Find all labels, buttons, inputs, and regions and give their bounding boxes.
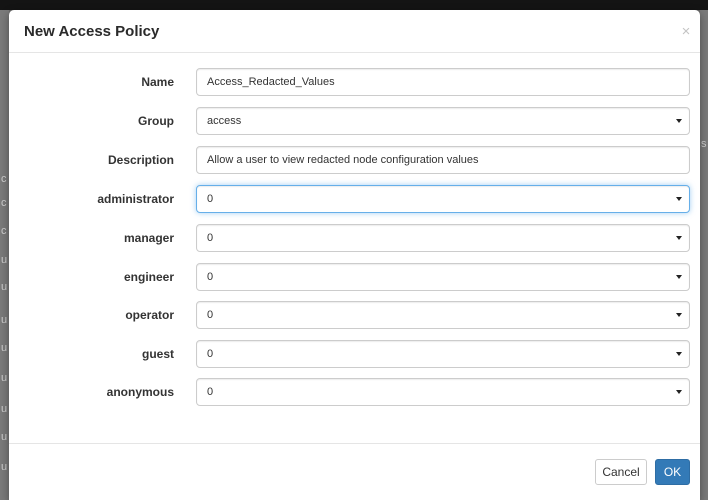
role-select-value: 0 bbox=[207, 309, 214, 321]
background-text: c bbox=[1, 197, 7, 209]
background-text: u bbox=[1, 431, 8, 443]
background-text: u bbox=[1, 314, 8, 326]
cancel-button[interactable]: Cancel bbox=[595, 459, 647, 485]
background-text: u bbox=[1, 461, 8, 473]
caret-down-icon bbox=[676, 352, 682, 356]
new-access-policy-dialog: New Access Policy × Name Access_Redacted… bbox=[9, 10, 700, 500]
administrator-select[interactable]: 0 bbox=[196, 185, 690, 213]
close-icon[interactable]: × bbox=[679, 24, 693, 40]
role-row-guest: guest 0 bbox=[9, 340, 700, 368]
description-row: Description Allow a user to view redacte… bbox=[9, 146, 700, 174]
background-text: c bbox=[1, 225, 7, 237]
modal-footer: Cancel OK bbox=[9, 443, 700, 500]
role-label: administrator bbox=[97, 192, 174, 206]
description-input[interactable]: Allow a user to view redacted node confi… bbox=[196, 146, 690, 174]
role-select-value: 0 bbox=[207, 271, 214, 283]
caret-down-icon bbox=[676, 275, 682, 279]
background-text: u bbox=[1, 281, 8, 293]
caret-down-icon bbox=[676, 313, 682, 317]
role-label: anonymous bbox=[106, 385, 174, 399]
caret-down-icon bbox=[676, 236, 682, 240]
caret-down-icon bbox=[676, 390, 682, 394]
role-select-value: 0 bbox=[207, 193, 214, 205]
operator-select[interactable]: 0 bbox=[196, 301, 690, 329]
caret-down-icon bbox=[676, 197, 682, 201]
group-label: Group bbox=[138, 114, 174, 128]
guest-select[interactable]: 0 bbox=[196, 340, 690, 368]
role-label: manager bbox=[123, 231, 174, 245]
role-row-engineer: engineer 0 bbox=[9, 263, 700, 291]
background-text: c bbox=[1, 173, 7, 185]
modal-title: New Access Policy bbox=[24, 23, 160, 40]
background-page-right bbox=[700, 10, 708, 500]
background-text: u bbox=[1, 372, 8, 384]
backdrop-top bbox=[0, 0, 708, 10]
manager-select[interactable]: 0 bbox=[196, 224, 690, 252]
engineer-select[interactable]: 0 bbox=[196, 263, 690, 291]
group-select[interactable]: access bbox=[196, 107, 690, 135]
anonymous-select[interactable]: 0 bbox=[196, 378, 690, 406]
role-label: engineer bbox=[123, 270, 174, 284]
role-row-manager: manager 0 bbox=[9, 224, 700, 252]
background-page-left: c c c u u u u u u u u bbox=[0, 10, 9, 500]
modal-header: New Access Policy × bbox=[9, 10, 700, 53]
name-label: Name bbox=[141, 75, 174, 89]
description-label: Description bbox=[107, 153, 174, 167]
role-row-administrator: administrator 0 bbox=[9, 185, 700, 213]
group-select-value: access bbox=[207, 115, 242, 127]
background-text: u bbox=[1, 342, 8, 354]
role-row-anonymous: anonymous 0 bbox=[9, 378, 700, 406]
role-row-operator: operator 0 bbox=[9, 301, 700, 329]
role-label: guest bbox=[141, 347, 174, 361]
name-input[interactable]: Access_Redacted_Values bbox=[196, 68, 690, 96]
background-text: u bbox=[1, 403, 8, 415]
role-select-value: 0 bbox=[207, 232, 214, 244]
group-row: Group access bbox=[9, 107, 700, 135]
name-row: Name Access_Redacted_Values bbox=[9, 68, 700, 96]
role-label: operator bbox=[125, 308, 174, 322]
caret-down-icon bbox=[676, 119, 682, 123]
background-text: u bbox=[1, 254, 8, 266]
background-text: s bbox=[701, 138, 707, 150]
role-select-value: 0 bbox=[207, 348, 214, 360]
role-select-value: 0 bbox=[207, 386, 214, 398]
ok-button[interactable]: OK bbox=[655, 459, 690, 485]
